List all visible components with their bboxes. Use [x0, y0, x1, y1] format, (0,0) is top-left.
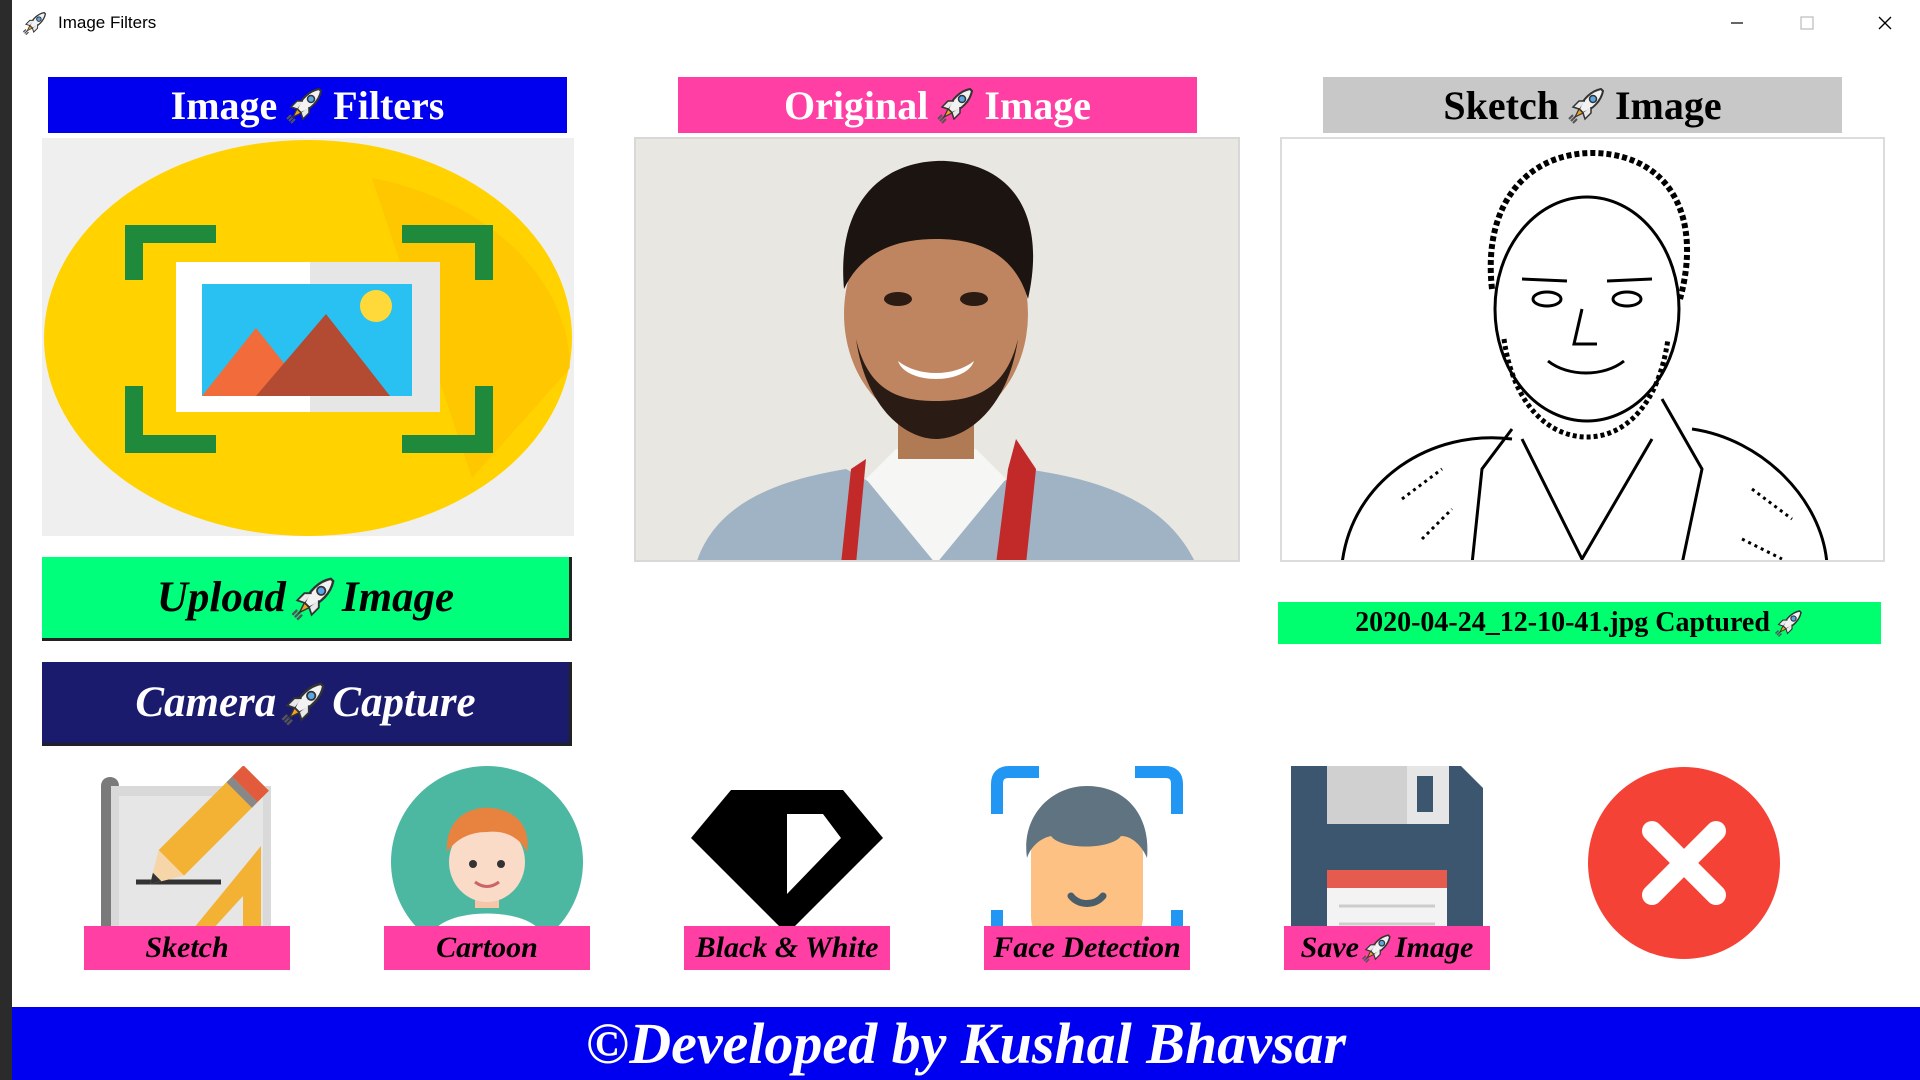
sketch-filter-button[interactable]: Sketch [84, 766, 290, 972]
camera-label-word1: Camera [135, 679, 277, 726]
original-photo-image [636, 139, 1238, 560]
header-original-word2: Image [984, 82, 1092, 128]
camera-label-word2: Capture [332, 679, 476, 726]
capture-status-label: 2020-04-24_12-10-41.jpg Captured [1278, 602, 1881, 644]
camera-capture-button[interactable]: Camera Capture [42, 662, 572, 746]
save-label-word2: Image [1395, 931, 1474, 964]
rocket-icon [290, 574, 338, 622]
app-window: Image Filters Image Filters Original Ima… [12, 0, 1920, 1080]
sketch-label-text: Sketch [145, 931, 229, 964]
header-filters-word1: Image [170, 82, 278, 128]
image-frame-logo-icon [44, 140, 572, 536]
save-label-word1: Save [1300, 931, 1359, 964]
header-sketch-word1: Sketch [1443, 82, 1559, 128]
original-image-display [634, 137, 1240, 562]
cartoon-filter-button[interactable]: Cartoon [384, 766, 590, 972]
upload-label-word1: Upload [156, 574, 286, 621]
upload-image-button[interactable]: Upload Image [42, 557, 572, 641]
rocket-icon [280, 679, 328, 727]
sketch-image-display [1280, 137, 1885, 562]
window-close-button[interactable] [1850, 0, 1920, 46]
app-logo-image [42, 138, 574, 536]
rocket-icon [1567, 85, 1607, 125]
window-title: Image Filters [58, 13, 157, 32]
cartoon-label: Cartoon [384, 926, 590, 970]
rocket-icon [1774, 608, 1804, 638]
black-white-label: Black & White [684, 926, 890, 970]
cartoon-label-text: Cartoon [436, 931, 538, 964]
header-image-filters: Image Filters [48, 77, 567, 133]
header-sketch-image: Sketch Image [1323, 77, 1842, 133]
upload-label-word2: Image [341, 574, 455, 621]
minimize-button[interactable] [1702, 0, 1772, 46]
header-original-word1: Original [783, 82, 929, 128]
maximize-button[interactable] [1772, 0, 1842, 46]
black-white-filter-button[interactable]: Black & White [684, 766, 890, 972]
face-detection-button[interactable]: Face Detection [984, 766, 1190, 972]
black-white-label-text: Black & White [695, 931, 879, 964]
title-bar: Image Filters [12, 0, 1920, 46]
save-image-label: Save Image [1284, 926, 1490, 970]
header-original-image: Original Image [678, 77, 1197, 133]
face-detection-label-text: Face Detection [993, 931, 1181, 964]
capture-status-text: 2020-04-24_12-10-41.jpg Captured [1355, 607, 1770, 638]
exit-button[interactable] [1587, 766, 1781, 960]
save-image-button[interactable]: Save Image [1284, 766, 1490, 972]
minimize-icon [1731, 22, 1743, 24]
sketch-label: Sketch [84, 926, 290, 970]
header-sketch-word2: Image [1614, 82, 1722, 128]
footer-text: ©Developed by Kushal Bhavsar [585, 1011, 1347, 1076]
header-filters-word2: Filters [333, 82, 445, 128]
sketch-photo-image [1282, 139, 1883, 560]
face-detection-label: Face Detection [984, 926, 1190, 970]
close-circle-icon [1588, 767, 1780, 959]
close-icon [1878, 16, 1892, 30]
rocket-icon [1361, 932, 1393, 964]
developer-credit-footer: ©Developed by Kushal Bhavsar [12, 1007, 1920, 1080]
rocket-icon [285, 85, 325, 125]
app-rocket-icon [22, 10, 48, 36]
maximize-icon [1800, 16, 1814, 30]
rocket-icon [936, 85, 976, 125]
